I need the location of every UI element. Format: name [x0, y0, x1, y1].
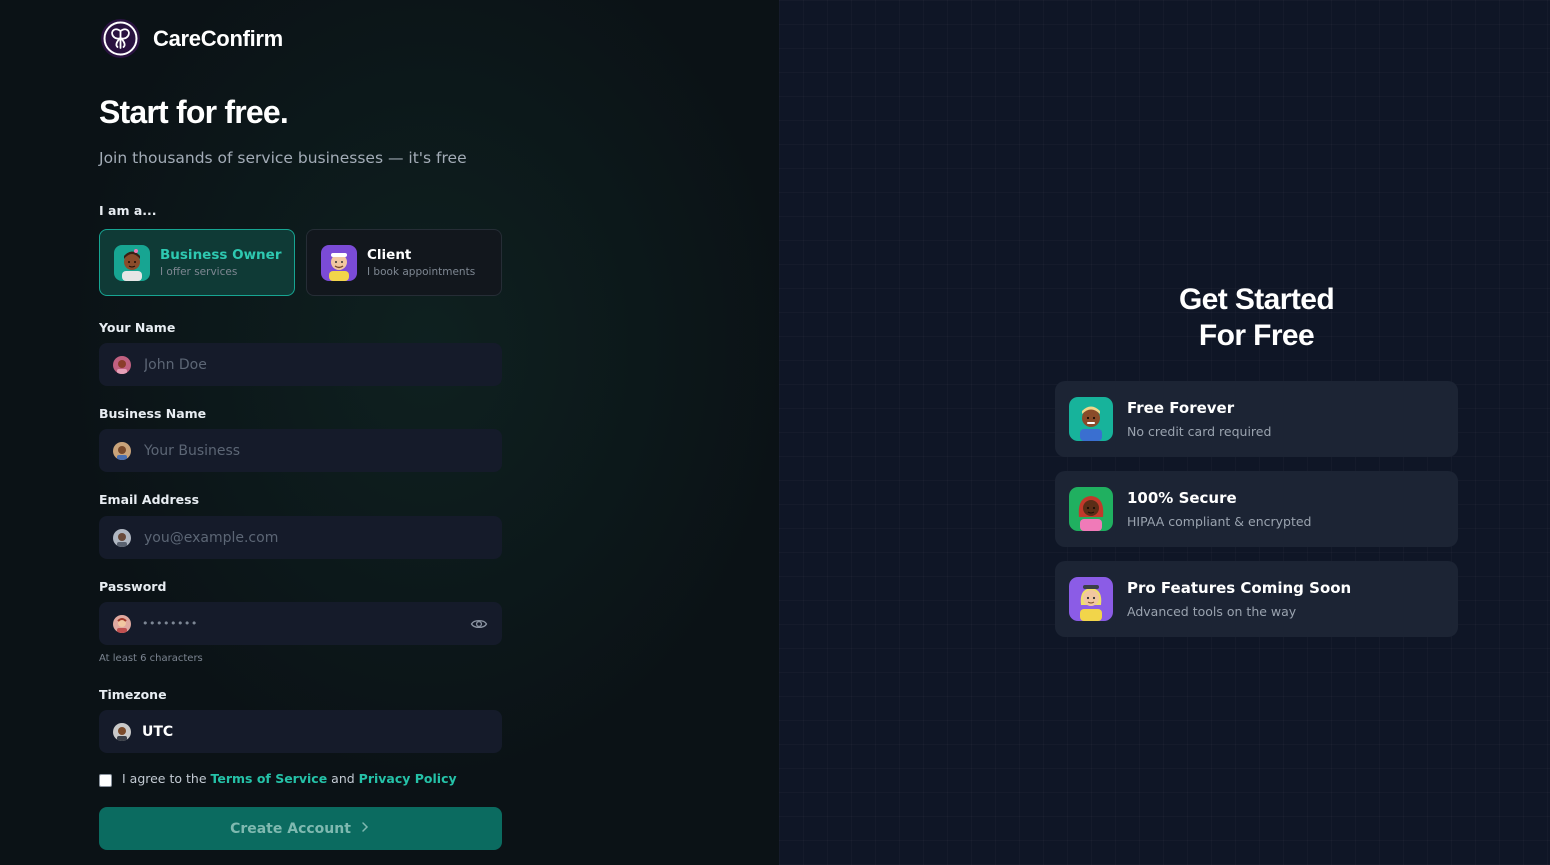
feature-title: 100% Secure — [1127, 489, 1237, 507]
agree-and: and — [331, 771, 355, 786]
brand[interactable]: CareConfirm — [101, 19, 283, 58]
role-label: I am a... — [99, 203, 157, 218]
name-input[interactable] — [142, 343, 502, 386]
page-title: Start for free. — [99, 94, 289, 130]
role-subtitle: I offer services — [160, 266, 238, 278]
role-client[interactable]: Client I book appointments — [306, 229, 502, 296]
role-title: Business Owner — [160, 247, 282, 263]
purple-person-avatar-icon — [1069, 577, 1113, 621]
promo-title-line2: For Free — [1198, 319, 1315, 352]
feature-title: Pro Features Coming Soon — [1127, 579, 1352, 597]
role-title: Client — [367, 247, 412, 263]
terms-agreement: I agree to the Terms of Service and Priv… — [99, 770, 457, 787]
password-label: Password — [99, 579, 167, 594]
feature-card-pro: Pro Features Coming Soon Advanced tools … — [1055, 561, 1458, 637]
business-input[interactable] — [142, 429, 502, 472]
feature-subtitle: Advanced tools on the way — [1127, 604, 1297, 619]
person-avatar-icon — [113, 614, 131, 633]
password-hint: At least 6 characters — [99, 653, 203, 664]
feature-subtitle: No credit card required — [1127, 424, 1272, 439]
password-input[interactable]: •••••••• — [142, 617, 459, 630]
create-account-button[interactable]: Create Account — [99, 807, 502, 850]
promo-title: Get Started For Free — [1055, 282, 1458, 354]
timezone-select[interactable]: UTC — [99, 710, 502, 753]
timezone-label: Timezone — [99, 687, 167, 702]
name-label: Your Name — [99, 320, 176, 335]
password-field[interactable]: •••••••• — [99, 602, 502, 645]
green-person-avatar-icon — [1069, 487, 1113, 531]
brand-name: CareConfirm — [153, 25, 283, 51]
chevron-right-icon — [359, 821, 371, 837]
butterfly-logo-icon — [101, 19, 140, 58]
client-avatar-icon — [321, 244, 357, 281]
feature-card-secure: 100% Secure HIPAA compliant & encrypted — [1055, 471, 1458, 547]
terms-link[interactable]: Terms of Service — [211, 771, 328, 786]
timezone-value: UTC — [142, 723, 174, 740]
promo-title-line1: Get Started — [1178, 283, 1335, 316]
eye-icon[interactable] — [470, 615, 488, 633]
email-label: Email Address — [99, 492, 200, 507]
person-avatar-icon — [113, 355, 131, 374]
email-input[interactable] — [142, 516, 502, 559]
role-business-owner[interactable]: Business Owner I offer services — [99, 229, 295, 296]
business-label: Business Name — [99, 406, 207, 421]
person-avatar-icon — [113, 722, 131, 741]
page-subtitle: Join thousands of service businesses — i… — [99, 149, 467, 167]
email-field-wrapper — [99, 516, 502, 559]
feature-card-free: Free Forever No credit card required — [1055, 381, 1458, 457]
person-avatar-icon — [113, 441, 131, 460]
role-subtitle: I book appointments — [367, 266, 476, 278]
person-avatar-icon — [113, 528, 131, 547]
teal-person-avatar-icon — [1069, 397, 1113, 441]
feature-subtitle: HIPAA compliant & encrypted — [1127, 514, 1312, 529]
name-field-wrapper — [99, 343, 502, 386]
business-field-wrapper — [99, 429, 502, 472]
agree-prefix: I agree to the — [122, 771, 207, 786]
business-owner-avatar-icon — [114, 244, 150, 281]
terms-checkbox[interactable] — [99, 774, 112, 787]
create-account-label: Create Account — [230, 820, 351, 837]
feature-title: Free Forever — [1127, 399, 1235, 417]
privacy-link[interactable]: Privacy Policy — [359, 771, 457, 786]
